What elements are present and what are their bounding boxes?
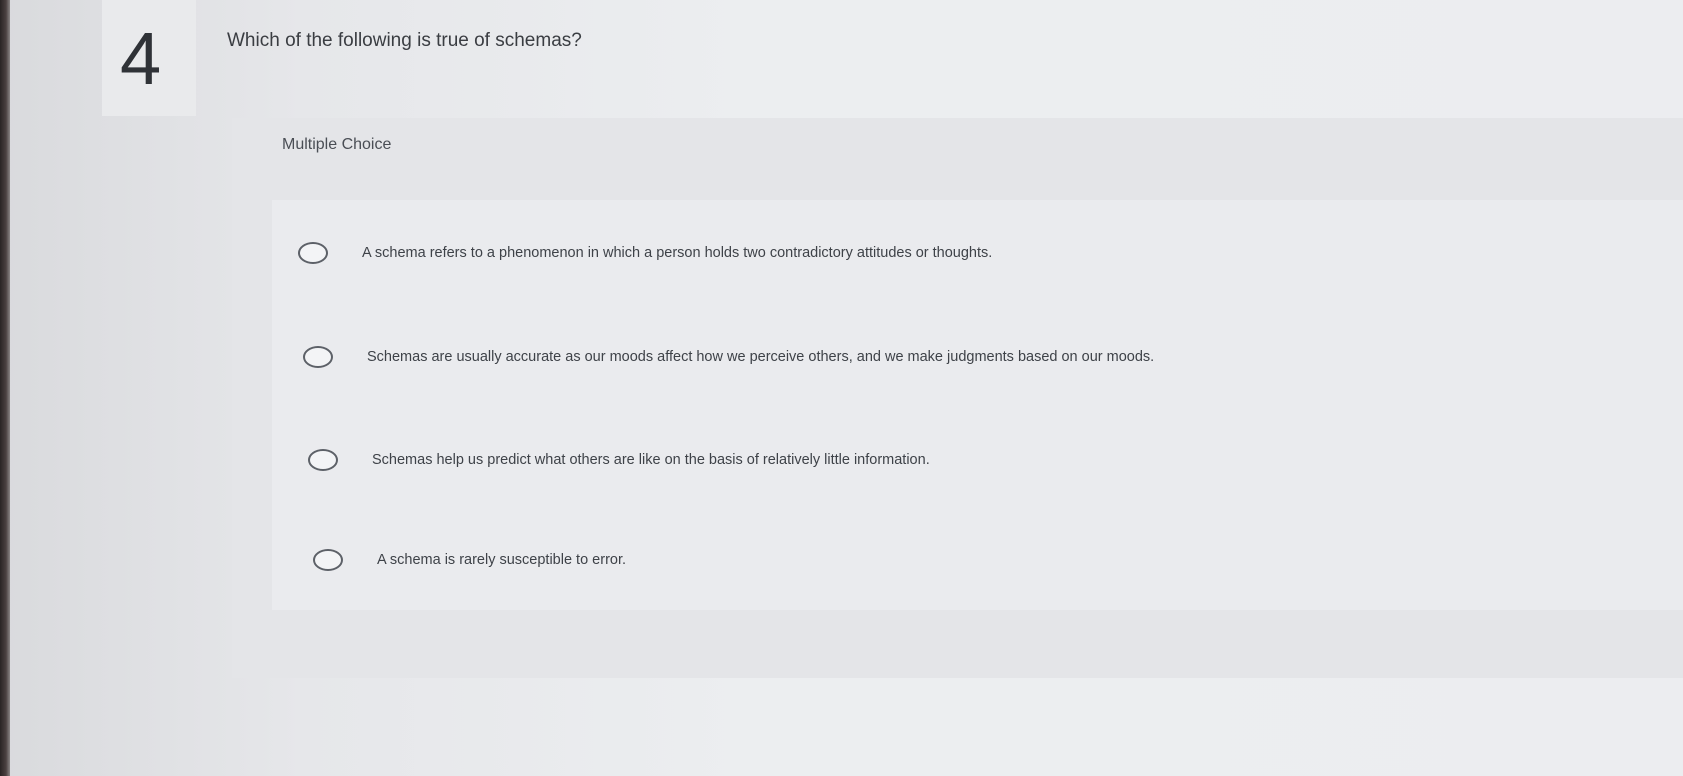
question-number: 4 — [120, 17, 162, 100]
radio-button-c[interactable] — [308, 449, 338, 471]
option-a[interactable]: A schema refers to a phenomenon in which… — [298, 208, 992, 298]
question-prompt: Which of the following is true of schema… — [227, 30, 582, 51]
option-d-label[interactable]: A schema is rarely susceptible to error. — [377, 552, 626, 568]
question-type-label: Multiple Choice — [282, 136, 392, 153]
radio-button-d[interactable] — [313, 549, 343, 571]
option-b[interactable]: Schemas are usually accurate as our mood… — [303, 312, 1154, 402]
option-b-label[interactable]: Schemas are usually accurate as our mood… — [367, 349, 1154, 365]
radio-button-a[interactable] — [298, 242, 328, 264]
option-c[interactable]: Schemas help us predict what others are … — [308, 415, 930, 505]
option-a-label[interactable]: A schema refers to a phenomenon in which… — [362, 245, 992, 261]
option-d[interactable]: A schema is rarely susceptible to error. — [313, 515, 626, 605]
option-c-label[interactable]: Schemas help us predict what others are … — [372, 452, 930, 468]
radio-button-b[interactable] — [303, 346, 333, 368]
screen-bezel — [0, 0, 10, 776]
